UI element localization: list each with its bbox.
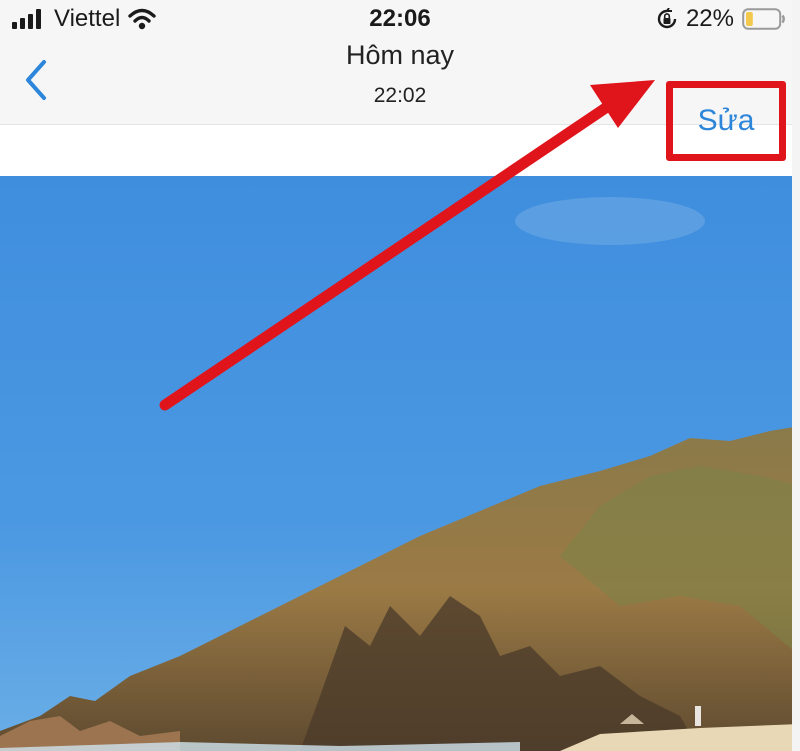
status-right: 22% [656, 5, 786, 32]
right-edge [792, 0, 800, 751]
page-title: Hôm nay [345, 40, 455, 70]
edit-button[interactable]: Sửa [666, 81, 786, 161]
beach-mountain-photo [0, 176, 800, 751]
nav-bar: Hôm nay 22:02 Sửa [0, 40, 800, 161]
photo-image [0, 176, 800, 751]
battery-percent: 22% [685, 5, 734, 32]
status-bar: Viettel 22:06 22% [0, 0, 800, 40]
battery-icon [742, 8, 785, 30]
rotation-lock-icon [657, 8, 677, 29]
